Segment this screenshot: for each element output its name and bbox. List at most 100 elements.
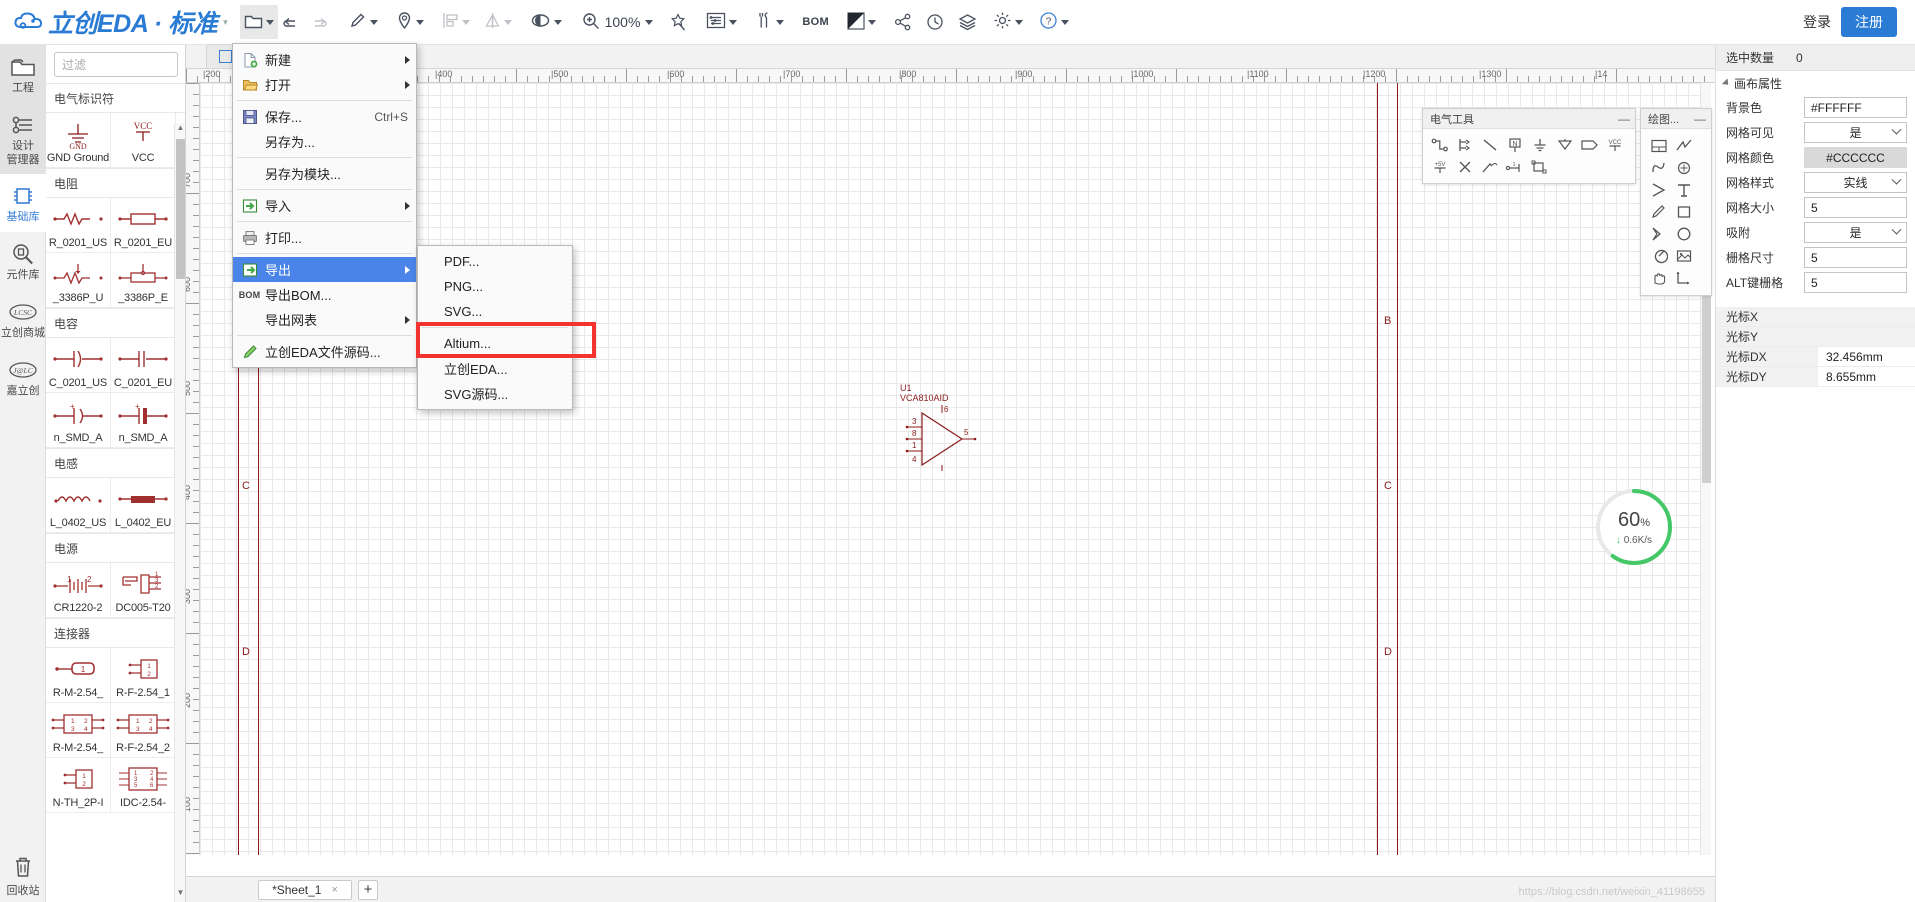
library-scrollbar[interactable]: ▲ ▼ bbox=[174, 123, 185, 902]
submenu-item[interactable]: 立创EDA... bbox=[418, 356, 572, 381]
tools-button[interactable] bbox=[751, 5, 788, 39]
nc-icon[interactable] bbox=[1452, 156, 1477, 178]
property-input[interactable]: 5 bbox=[1804, 197, 1907, 218]
undo-button[interactable] bbox=[278, 5, 305, 39]
text-icon[interactable] bbox=[1671, 179, 1696, 201]
sidebar-item-design-manager[interactable]: 设计 管理器 bbox=[0, 102, 46, 175]
netlabel-icon[interactable]: N bbox=[1502, 134, 1527, 156]
submenu-item-altium[interactable]: Altium... bbox=[418, 331, 572, 356]
library-part-cell[interactable]: VCC VCC bbox=[111, 113, 176, 168]
place-tool-button[interactable] bbox=[392, 5, 428, 39]
dimension-icon[interactable] bbox=[1671, 267, 1696, 289]
scroll-thumb[interactable] bbox=[176, 139, 185, 279]
hand-icon[interactable] bbox=[1646, 267, 1671, 289]
vcc-flag-icon[interactable] bbox=[1552, 134, 1577, 156]
menu-item[interactable]: BOM 导出BOM... bbox=[233, 282, 416, 307]
menu-item[interactable]: 导出网表 bbox=[233, 307, 416, 332]
module-icon[interactable] bbox=[1527, 156, 1552, 178]
gnd-icon[interactable] bbox=[1527, 134, 1552, 156]
menu-item[interactable]: 保存... Ctrl+S bbox=[233, 104, 416, 129]
property-select[interactable]: 是 bbox=[1804, 222, 1907, 243]
help-button[interactable]: ? bbox=[1035, 5, 1073, 39]
image-icon[interactable] bbox=[1671, 245, 1696, 267]
settings-button[interactable] bbox=[989, 5, 1027, 39]
property-input[interactable]: #CCCCCC bbox=[1804, 147, 1907, 168]
scroll-down-arrow-icon[interactable]: ▼ bbox=[175, 888, 185, 902]
file-menu-button[interactable] bbox=[239, 5, 278, 39]
pin-icon[interactable]: 1 bbox=[1502, 156, 1527, 178]
redo-button[interactable] bbox=[305, 5, 332, 39]
library-part-cell[interactable]: _3386P_E bbox=[111, 253, 176, 308]
schematic-canvas[interactable]: B C D B C D U1 VCA810AID 3 8 1 4 5 6 bbox=[200, 83, 1703, 855]
library-part-cell[interactable]: 1 2 CR1220-2 bbox=[46, 563, 111, 618]
netport-icon[interactable] bbox=[1577, 134, 1602, 156]
submenu-item[interactable]: SVG... bbox=[418, 299, 572, 324]
sheet-tab-sheet1[interactable]: *Sheet_1 × bbox=[258, 879, 352, 900]
library-part-cell[interactable]: L_0402_EU bbox=[111, 478, 176, 533]
menu-item[interactable]: 新建 bbox=[233, 47, 416, 72]
polyline-icon[interactable] bbox=[1671, 135, 1696, 157]
sidebar-item-part-library[interactable]: 元件库 bbox=[0, 232, 46, 290]
library-part-cell[interactable]: 1 2 N-TH_2P-I bbox=[46, 758, 111, 813]
submenu-item[interactable]: PDF... bbox=[418, 249, 572, 274]
vcc-symbol-icon[interactable]: VCC bbox=[1602, 134, 1627, 156]
component-u1[interactable]: U1 VCA810AID 3 8 1 4 5 6 bbox=[900, 383, 978, 476]
minimize-icon[interactable]: — bbox=[1694, 113, 1706, 125]
library-part-cell[interactable]: 1 2 3 4 R-F-2.54_2 bbox=[111, 703, 176, 758]
library-part-cell[interactable]: C_0201_EU bbox=[111, 338, 176, 393]
property-select[interactable]: 实线 bbox=[1804, 172, 1907, 193]
sidebar-item-basic-library[interactable]: 基础库 bbox=[0, 174, 46, 232]
magic-wand-button[interactable] bbox=[665, 5, 692, 39]
property-input[interactable]: 5 bbox=[1804, 272, 1907, 293]
library-part-cell[interactable]: R_0201_EU bbox=[111, 198, 176, 253]
sidebar-item-recycle-bin[interactable]: 回收站 bbox=[0, 854, 46, 898]
library-part-cell[interactable]: L_0402_US bbox=[46, 478, 111, 533]
library-part-cell[interactable]: + n_SMD_A bbox=[111, 393, 176, 448]
rect-icon[interactable] bbox=[1671, 201, 1696, 223]
panel-header[interactable]: 电气工具 — bbox=[1423, 109, 1635, 129]
bezier-icon[interactable] bbox=[1646, 157, 1671, 179]
pencil-tool-button[interactable] bbox=[344, 5, 382, 39]
add-sheet-button[interactable]: + bbox=[358, 879, 378, 900]
filter-input[interactable] bbox=[54, 52, 178, 77]
sidebar-item-lcsc-mall[interactable]: LCSC 立创商城 bbox=[0, 290, 46, 348]
vertical-ruler[interactable]: 700 600 500 400 300 200 100 bbox=[186, 83, 200, 855]
scroll-thumb[interactable] bbox=[1702, 283, 1711, 483]
noconnect-icon[interactable] bbox=[1477, 156, 1502, 178]
library-part-cell[interactable]: + n_SMD_A bbox=[46, 393, 111, 448]
bom-button[interactable]: BOM bbox=[798, 5, 833, 39]
menu-item[interactable]: 另存为模块... bbox=[233, 161, 416, 186]
arc-icon[interactable] bbox=[1671, 157, 1696, 179]
share-button[interactable] bbox=[890, 5, 916, 39]
library-part-cell[interactable]: 1 3 2 DC005-T20 bbox=[111, 563, 176, 618]
pie-icon[interactable] bbox=[1646, 245, 1671, 267]
brand-chevron-down-icon[interactable]: ▾ bbox=[223, 17, 228, 28]
flip-tool-button[interactable] bbox=[480, 5, 516, 39]
library-part-cell[interactable]: C_0201_US bbox=[46, 338, 111, 393]
menu-item[interactable]: 打印... bbox=[233, 225, 416, 250]
property-select[interactable]: 是 bbox=[1804, 122, 1907, 143]
menu-item[interactable]: 打开 bbox=[233, 72, 416, 97]
menu-item[interactable]: 立创EDA文件源码... bbox=[233, 339, 416, 364]
menu-item[interactable]: 导入 bbox=[233, 193, 416, 218]
library-part-cell[interactable]: 1 2 R-F-2.54_1 bbox=[111, 648, 176, 703]
panel-header[interactable]: 绘图... — bbox=[1641, 109, 1711, 129]
minimize-icon[interactable]: — bbox=[1618, 113, 1630, 125]
wire-icon[interactable] bbox=[1427, 134, 1452, 156]
property-input[interactable]: #FFFFFF bbox=[1804, 97, 1907, 118]
frame-icon[interactable] bbox=[1646, 135, 1671, 157]
layers-button[interactable] bbox=[954, 5, 981, 39]
bus-icon[interactable] bbox=[1452, 134, 1477, 156]
library-part-cell[interactable]: _3386P_U bbox=[46, 253, 111, 308]
polygon-icon[interactable] bbox=[1646, 179, 1671, 201]
view-tool-button[interactable] bbox=[526, 5, 566, 39]
app-logo[interactable]: 立创EDA · 标准 ▾ bbox=[0, 4, 228, 40]
pencil-icon[interactable] bbox=[1646, 201, 1671, 223]
scroll-up-arrow-icon[interactable]: ▲ bbox=[175, 123, 185, 137]
menu-item[interactable]: 另存为... bbox=[233, 129, 416, 154]
library-part-cell[interactable]: 1 2 3 4 R-M-2.54_ bbox=[46, 703, 111, 758]
align-tool-button[interactable] bbox=[438, 5, 474, 39]
submenu-item[interactable]: PNG... bbox=[418, 274, 572, 299]
theme-button[interactable] bbox=[843, 5, 880, 39]
login-button[interactable]: 登录 bbox=[1803, 12, 1831, 32]
